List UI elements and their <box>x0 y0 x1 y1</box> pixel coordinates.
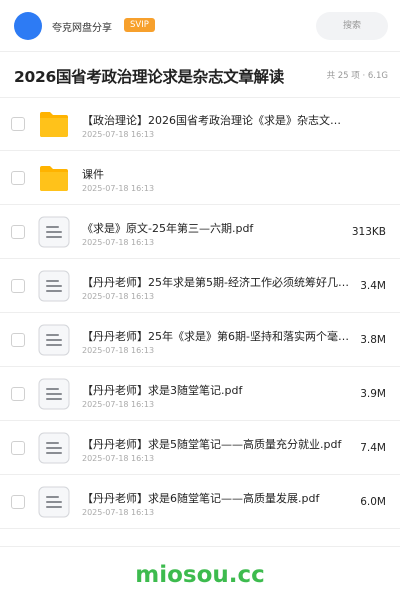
file-row[interactable]: 【丹丹老师】25年《求是》第6期-坚持和落实两个毫… 2025-07-18 16:… <box>0 313 400 367</box>
document-icon <box>38 378 70 410</box>
document-icon <box>38 216 70 248</box>
file-date: 2025-07-18 16:13 <box>82 130 155 139</box>
watermark-text: miosou.cc <box>135 562 265 588</box>
file-row[interactable]: 【丹丹老师】求是6随堂笔记——高质量发展.pdf 2025-07-18 16:13… <box>0 475 400 529</box>
file-size: 7.4M <box>360 442 386 454</box>
file-date: 2025-07-18 16:13 <box>82 400 155 409</box>
file-row[interactable]: 【丹丹老师】求是3随堂笔记.pdf 2025-07-18 16:13 3.9M <box>0 367 400 421</box>
file-name[interactable]: 《求是》原文-25年第三—六期.pdf <box>82 220 350 236</box>
file-name[interactable]: 【丹丹老师】25年《求是》第6期-坚持和落实两个毫… <box>82 328 350 344</box>
document-icon <box>38 432 70 464</box>
item-count-size: 共 25 项 · 6.1G <box>326 71 388 81</box>
file-name[interactable]: 【丹丹老师】求是6随堂笔记——高质量发展.pdf <box>82 490 350 506</box>
file-date: 2025-07-18 16:13 <box>82 184 155 193</box>
avatar[interactable] <box>14 12 42 40</box>
row-checkbox[interactable] <box>11 387 25 401</box>
file-row[interactable]: 【丹丹老师】求是5随堂笔记——高质量充分就业.pdf 2025-07-18 16:… <box>0 421 400 475</box>
row-checkbox[interactable] <box>11 171 25 185</box>
row-checkbox[interactable] <box>11 441 25 455</box>
top-bar: 夸克网盘分享 SVIP 搜索 <box>0 0 400 52</box>
row-checkbox[interactable] <box>11 117 25 131</box>
file-size: 3.8M <box>360 334 386 346</box>
row-checkbox[interactable] <box>11 495 25 509</box>
page-title: 2026国省考政治理论求是杂志文章解读 <box>14 68 284 86</box>
document-icon <box>38 486 70 518</box>
file-name[interactable]: 【政治理论】2026国省考政治理论《求是》杂志文章… <box>82 112 350 128</box>
folder-header: 2026国省考政治理论求是杂志文章解读 共 25 项 · 6.1G <box>0 52 400 98</box>
file-size: 3.9M <box>360 388 386 400</box>
svip-badge: SVIP <box>124 18 155 32</box>
file-size: 3.4M <box>360 280 386 292</box>
file-date: 2025-07-18 16:13 <box>82 292 155 301</box>
folder-icon <box>38 162 70 194</box>
file-date: 2025-07-18 16:13 <box>82 454 155 463</box>
folder-row[interactable]: 课件 2025-07-18 16:13 <box>0 151 400 205</box>
file-row[interactable]: 《求是》原文-25年第三—六期.pdf 2025-07-18 16:13 313KB <box>0 205 400 259</box>
folder-row[interactable]: 【政治理论】2026国省考政治理论《求是》杂志文章… 2025-07-18 16:… <box>0 97 400 151</box>
file-name[interactable]: 课件 <box>82 166 350 182</box>
file-date: 2025-07-18 16:13 <box>82 508 155 517</box>
file-size: 313KB <box>351 226 386 238</box>
folder-icon <box>38 108 70 140</box>
row-checkbox[interactable] <box>11 225 25 239</box>
file-name[interactable]: 【丹丹老师】求是3随堂笔记.pdf <box>82 382 350 398</box>
file-name[interactable]: 【丹丹老师】25年求是第5期-经济工作必须统筹好几… <box>82 274 350 290</box>
row-checkbox[interactable] <box>11 333 25 347</box>
file-size: 6.0M <box>360 496 386 508</box>
file-row[interactable]: 【丹丹老师】25年求是第5期-经济工作必须统筹好几… 2025-07-18 16:… <box>0 259 400 313</box>
row-checkbox[interactable] <box>11 279 25 293</box>
document-icon <box>38 324 70 356</box>
share-owner-name: 夸克网盘分享 <box>52 23 112 34</box>
file-date: 2025-07-18 16:13 <box>82 238 155 247</box>
document-icon <box>38 270 70 302</box>
search-input[interactable]: 搜索 <box>316 12 388 40</box>
file-name[interactable]: 【丹丹老师】求是5随堂笔记——高质量充分就业.pdf <box>82 436 350 452</box>
divider <box>0 546 400 547</box>
file-date: 2025-07-18 16:13 <box>82 346 155 355</box>
